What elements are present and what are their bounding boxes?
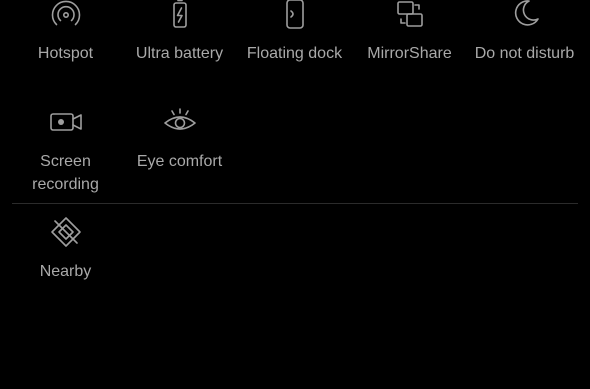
floating-dock-icon [275,0,315,34]
eye-icon [160,102,200,142]
video-camera-icon [46,102,86,142]
tile-do-not-disturb[interactable]: Do not disturb [467,0,582,65]
moon-icon [505,0,545,34]
tile-label-do-not-disturb: Do not disturb [474,45,575,62]
tile-floating-dock[interactable]: Floating dock [237,0,352,65]
tile-mirrorshare[interactable]: MirrorShare [352,0,467,65]
tile-hotspot[interactable]: Hotspot [8,0,123,65]
tile-screen-recording[interactable]: Screen recording [8,102,123,196]
nearby-icon [46,212,86,252]
mirror-share-icon [390,0,430,34]
tile-label-ultra-battery: Ultra battery [135,45,224,62]
tile-label-floating-dock: Floating dock [246,45,343,62]
tile-label-hotspot: Hotspot [37,45,94,62]
tile-label-nearby: Nearby [39,263,92,280]
tile-label-screen-recording: Screen recording [32,153,99,193]
hotspot-icon [46,0,86,34]
tile-ultra-battery[interactable]: Ultra battery [122,0,237,65]
section-divider [12,203,578,204]
battery-bolt-icon [160,0,200,34]
tile-eye-comfort[interactable]: Eye comfort [122,102,237,173]
tile-label-eye-comfort: Eye comfort [136,153,223,170]
tile-label-mirrorshare: MirrorShare [367,45,452,62]
tile-nearby[interactable]: Nearby [8,212,123,283]
